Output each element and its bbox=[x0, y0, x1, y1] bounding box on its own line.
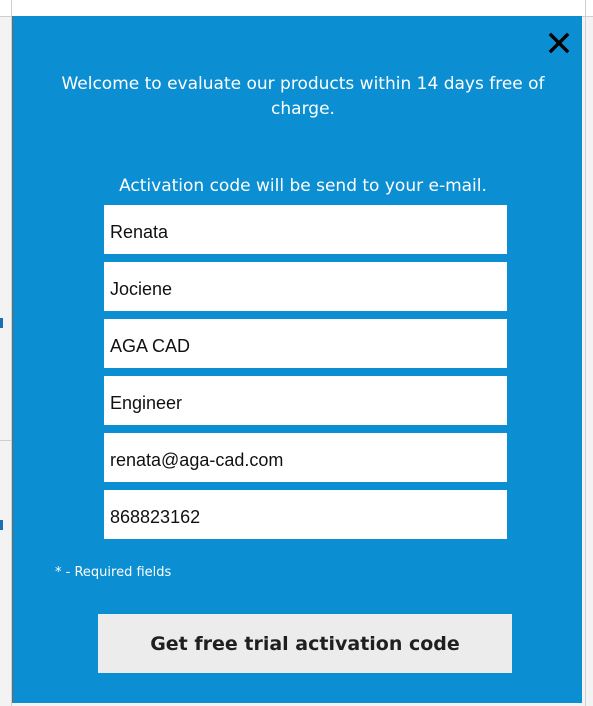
last-name-input[interactable] bbox=[104, 262, 507, 311]
company-input[interactable] bbox=[104, 319, 507, 368]
background-marker bbox=[0, 520, 3, 530]
background-gridline bbox=[0, 440, 12, 441]
close-icon bbox=[548, 32, 570, 54]
registration-form bbox=[104, 205, 507, 547]
job-title-input[interactable] bbox=[104, 376, 507, 425]
get-activation-code-button[interactable]: Get free trial activation code bbox=[98, 614, 512, 673]
welcome-message: Welcome to evaluate our products within … bbox=[61, 74, 545, 119]
required-fields-note: * - Required fields bbox=[55, 565, 172, 580]
email-input[interactable] bbox=[104, 433, 507, 482]
phone-input[interactable] bbox=[104, 490, 507, 539]
background-toolbar bbox=[0, 0, 593, 17]
trial-registration-dialog: Welcome to evaluate our products within … bbox=[12, 16, 582, 703]
close-button[interactable] bbox=[546, 30, 572, 56]
first-name-input[interactable] bbox=[104, 205, 507, 254]
background-divider bbox=[585, 0, 586, 706]
background-marker bbox=[0, 318, 3, 328]
activation-note: Activation code will be send to your e-m… bbox=[119, 176, 487, 196]
